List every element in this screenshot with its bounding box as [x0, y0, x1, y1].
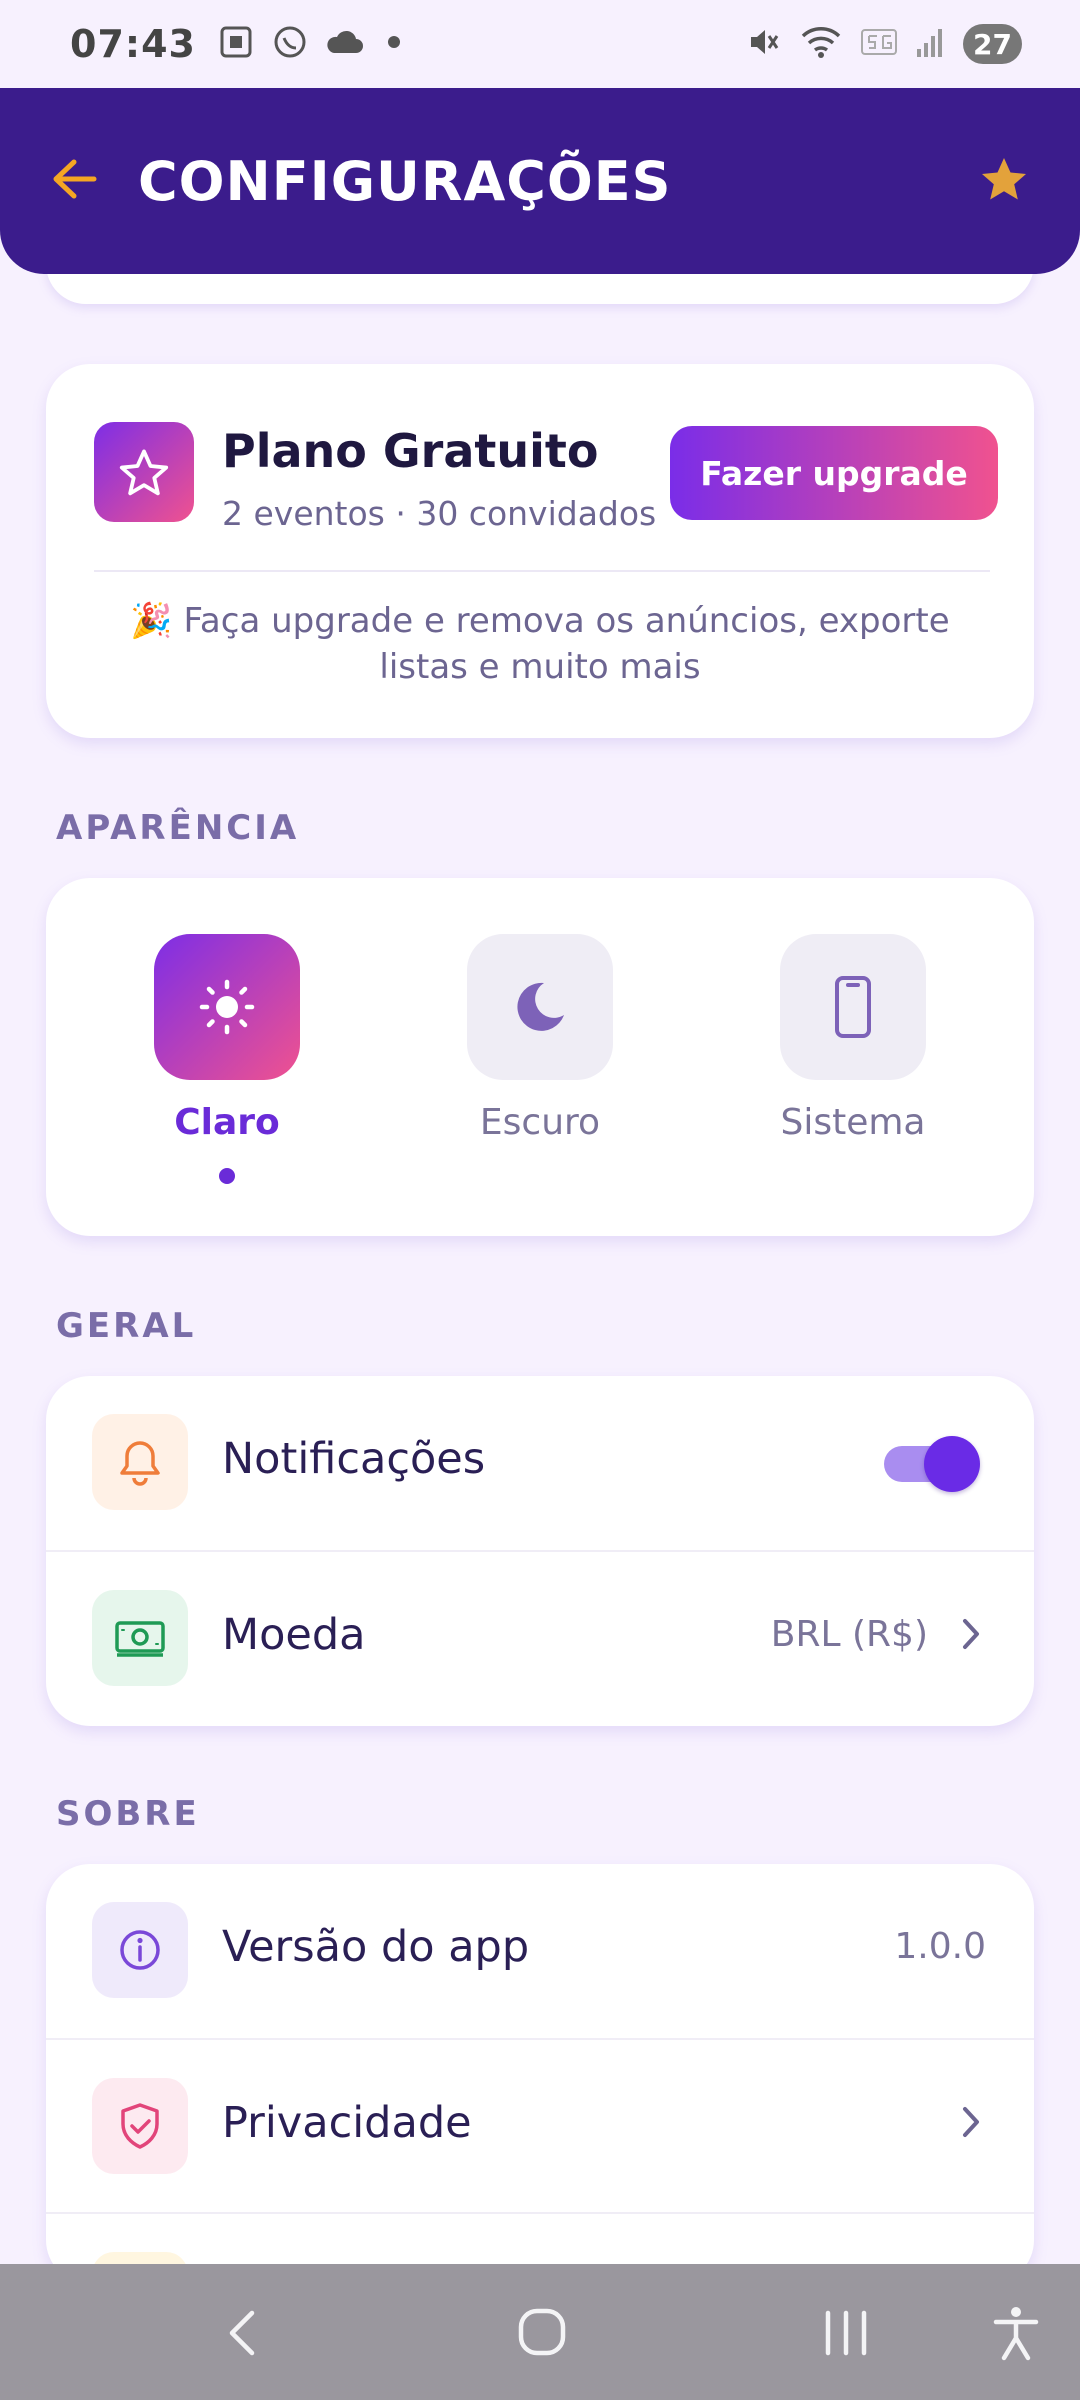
chevron-right-icon: [960, 2104, 982, 2144]
about-card: Versão do app 1.0.0 Privacidade: [46, 1864, 1034, 2284]
app-header: CONFIGURAÇÕES: [0, 88, 1080, 274]
sun-icon: [154, 934, 300, 1080]
section-label-about: SOBRE: [56, 1794, 200, 1834]
status-time: 07:43: [70, 22, 196, 66]
version-value: 1.0.0: [894, 1926, 986, 1967]
divider: [94, 570, 990, 572]
toggle-knob: [924, 1436, 980, 1492]
appearance-card: Claro Escuro Sistema: [46, 878, 1034, 1236]
currency-value: BRL (R$): [770, 1614, 928, 1655]
battery-icon: 27: [963, 24, 1022, 64]
wifi-icon: [799, 24, 843, 64]
theme-option-dark[interactable]: Escuro: [467, 934, 613, 1143]
version-row: Versão do app 1.0.0: [46, 1864, 1034, 2038]
5g-icon: [861, 29, 898, 59]
section-label-general: GERAL: [56, 1306, 197, 1346]
notifications-toggle[interactable]: [884, 1436, 980, 1492]
recents-icon[interactable]: [820, 2308, 872, 2358]
system-nav-bar: [0, 2264, 1080, 2400]
home-icon[interactable]: [516, 2306, 568, 2358]
whatsapp-icon: [272, 24, 308, 64]
version-label: Versão do app: [222, 1922, 530, 1972]
star-icon[interactable]: [980, 156, 1028, 206]
selected-indicator: [219, 1168, 235, 1184]
phone-icon: [780, 934, 926, 1080]
theme-label-system: Sistema: [780, 1102, 926, 1143]
theme-label-light: Claro: [174, 1102, 280, 1143]
plan-promo-text: 🎉 Faça upgrade e remova os anúncios, exp…: [130, 601, 950, 687]
currency-row[interactable]: Moeda BRL (R$): [46, 1550, 1034, 1724]
money-icon: [92, 1590, 188, 1686]
status-bar: 07:43 27: [0, 0, 1080, 88]
plan-details: 2 eventos · 30 convidados: [222, 494, 657, 533]
upgrade-button[interactable]: Fazer upgrade: [670, 426, 998, 520]
theme-label-dark: Escuro: [479, 1102, 601, 1143]
privacy-label: Privacidade: [222, 2098, 472, 2148]
screenshot-icon: [218, 24, 254, 64]
general-card: Notificações Moeda BRL (R$): [46, 1376, 1034, 1726]
shield-icon: [92, 2078, 188, 2174]
accessibility-icon[interactable]: [992, 2304, 1040, 2362]
theme-option-light[interactable]: Claro: [154, 934, 300, 1184]
plan-star-icon: [94, 422, 194, 522]
dot-icon: [382, 30, 406, 58]
notifications-label: Notificações: [222, 1434, 486, 1484]
moon-icon: [467, 934, 613, 1080]
plan-name: Plano Gratuito: [222, 424, 599, 478]
privacy-row[interactable]: Privacidade: [46, 2038, 1034, 2212]
back-arrow-icon[interactable]: [50, 157, 98, 205]
page-title: CONFIGURAÇÕES: [138, 149, 672, 213]
theme-option-system[interactable]: Sistema: [780, 934, 926, 1143]
currency-label: Moeda: [222, 1610, 366, 1660]
chevron-right-icon: [960, 1616, 982, 1656]
cloud-icon: [326, 27, 364, 61]
plan-card: Plano Gratuito 2 eventos · 30 convidados…: [46, 364, 1034, 738]
back-icon[interactable]: [222, 2308, 262, 2358]
signal-icon: [915, 25, 945, 63]
mute-icon: [745, 24, 781, 64]
section-label-appearance: APARÊNCIA: [56, 808, 300, 848]
notifications-row[interactable]: Notificações: [46, 1376, 1034, 1550]
bell-icon: [92, 1414, 188, 1510]
info-icon: [92, 1902, 188, 1998]
